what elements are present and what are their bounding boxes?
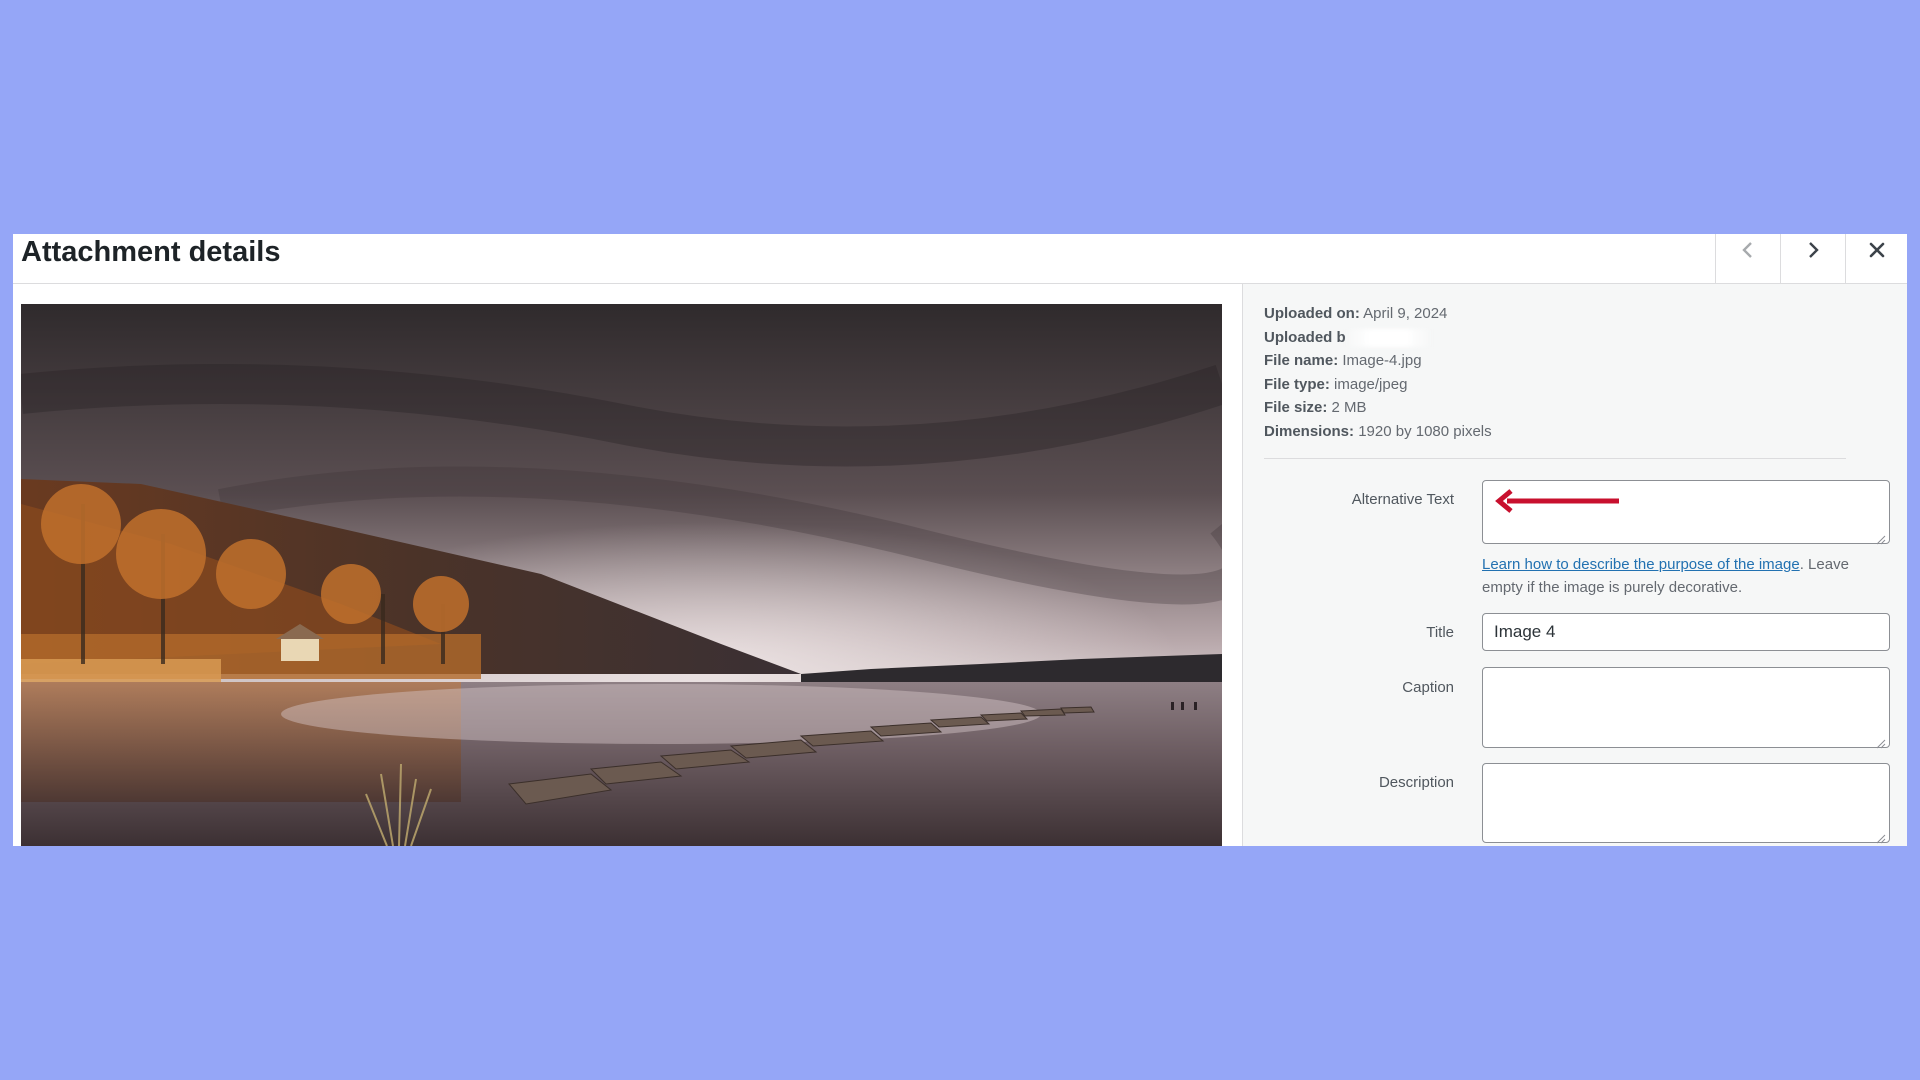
uploaded-on-row: Uploaded on: April 9, 2024 bbox=[1264, 302, 1492, 326]
redacted-uploader bbox=[1345, 328, 1431, 347]
file-type-value: image/jpeg bbox=[1334, 375, 1408, 393]
modal-title: Attachment details bbox=[21, 236, 281, 268]
uploaded-by-row: Uploaded b bbox=[1264, 326, 1492, 350]
file-size-row: File size: 2 MB bbox=[1264, 396, 1492, 420]
close-modal-button[interactable] bbox=[1845, 234, 1907, 283]
learn-alt-text-link[interactable]: Learn how to describe the purpose of the… bbox=[1482, 556, 1800, 573]
description-textarea[interactable] bbox=[1482, 763, 1890, 844]
file-name-label: File name: bbox=[1264, 352, 1339, 369]
dimensions-value: 1920 by 1080 pixels bbox=[1358, 422, 1492, 440]
metadata-divider bbox=[1264, 458, 1846, 459]
resize-handle-icon[interactable] bbox=[1876, 734, 1886, 749]
file-size-label: File size: bbox=[1264, 399, 1328, 416]
uploaded-on-label: Uploaded on: bbox=[1264, 305, 1360, 322]
alt-text-field[interactable] bbox=[1482, 480, 1890, 545]
chevron-right-icon bbox=[1803, 240, 1823, 260]
attachment-info-pane: Uploaded on: April 9, 2024 Uploaded b Fi… bbox=[1243, 284, 1907, 846]
title-input[interactable] bbox=[1482, 613, 1890, 651]
image-preview-pane bbox=[13, 284, 1243, 846]
file-name-row: File name: Image-4.jpg bbox=[1264, 349, 1492, 373]
description-label: Description bbox=[1378, 774, 1454, 791]
file-type-label: File type: bbox=[1264, 375, 1330, 393]
alt-text-help: Learn how to describe the purpose of the… bbox=[1482, 553, 1892, 599]
resize-handle-icon[interactable] bbox=[1876, 829, 1886, 844]
dimensions-label: Dimensions: bbox=[1264, 422, 1355, 440]
uploaded-on-value: April 9, 2024 bbox=[1363, 305, 1448, 322]
attachment-image bbox=[21, 304, 1222, 846]
title-label: Title bbox=[1426, 624, 1454, 641]
modal-header: Attachment details bbox=[13, 234, 1907, 284]
file-size-value: 2 MB bbox=[1331, 399, 1367, 416]
annotation-arrow-icon bbox=[1493, 489, 1623, 518]
attachment-details-modal: Attachment details Uploaded on: April 9,… bbox=[13, 234, 1907, 846]
previous-media-button[interactable] bbox=[1715, 234, 1780, 283]
file-name-value: Image-4.jpg bbox=[1342, 352, 1422, 369]
alt-text-label: Alternative Text bbox=[1351, 491, 1454, 508]
dimensions-row: Dimensions: 1920 by 1080 pixels bbox=[1264, 420, 1492, 444]
chevron-left-icon bbox=[1738, 240, 1758, 260]
resize-handle-icon[interactable] bbox=[1876, 530, 1886, 545]
next-media-button[interactable] bbox=[1780, 234, 1845, 283]
close-icon bbox=[1867, 240, 1887, 260]
file-type-row: File type: image/jpeg bbox=[1264, 373, 1492, 397]
uploaded-by-label: Uploaded b bbox=[1264, 328, 1346, 346]
file-metadata: Uploaded on: April 9, 2024 Uploaded b Fi… bbox=[1264, 302, 1492, 443]
caption-textarea[interactable] bbox=[1482, 667, 1890, 749]
caption-label: Caption bbox=[1402, 679, 1454, 696]
